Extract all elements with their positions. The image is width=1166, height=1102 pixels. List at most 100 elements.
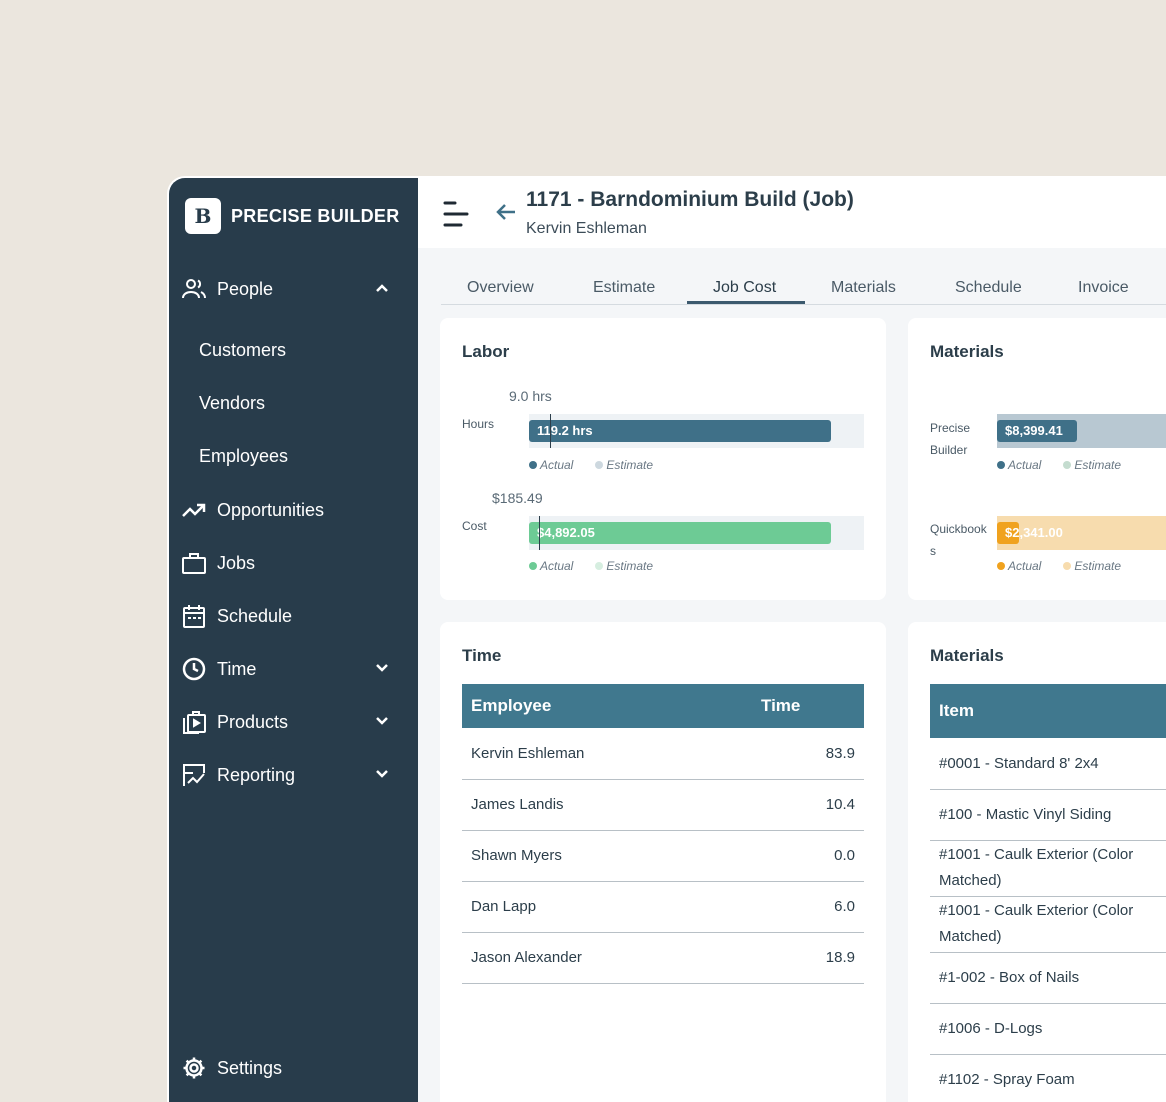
logo-mark: B — [185, 198, 221, 234]
sidebar-item-label: Schedule — [217, 605, 293, 626]
estimate-dot-icon — [595, 461, 604, 469]
cost-label: Cost — [462, 519, 487, 533]
legend-actual: Actual — [997, 458, 1041, 472]
table-row[interactable]: #1-002 - Box of Nails — [930, 952, 1166, 1004]
hours-estimate-marker — [550, 414, 551, 448]
menu-icon[interactable] — [442, 200, 470, 228]
item-cell: #1001 - Caulk Exterior (Color Matched) — [930, 896, 1166, 953]
chevron-down-icon[interactable] — [374, 766, 390, 787]
precise-legend: Actual Estimate — [997, 458, 1121, 472]
legend-estimate-label: Estimate — [1074, 559, 1122, 573]
sidebar-item-customers[interactable]: Customers — [199, 340, 286, 361]
tab-bar: Overview Estimate Job Cost Materials Sch… — [441, 273, 1166, 305]
sidebar-item-reporting[interactable]: Reporting — [181, 757, 406, 793]
chevron-down-icon[interactable] — [374, 713, 390, 734]
table-row[interactable]: #1102 - Spray Foam — [930, 1054, 1166, 1102]
table-row[interactable]: Jason Alexander 18.9 — [462, 932, 864, 984]
employee-cell: James Landis — [462, 779, 752, 831]
page-subtitle: Kervin Eshleman — [526, 220, 647, 237]
tab-overview[interactable]: Overview — [467, 279, 534, 297]
people-icon — [181, 276, 207, 302]
cost-bar-track: $4,892.05 — [529, 516, 864, 550]
table-row[interactable]: Kervin Eshleman 83.9 — [462, 728, 864, 780]
clock-icon — [181, 656, 207, 682]
sidebar-item-label: Reporting — [217, 764, 296, 785]
page-header: 1171 - Barndominium Build (Job) Kervin E… — [418, 178, 1166, 248]
legend-estimate: Estimate — [1063, 559, 1121, 573]
actual-dot-icon — [997, 461, 1005, 469]
tab-job-cost[interactable]: Job Cost — [713, 279, 776, 297]
tab-schedule[interactable]: Schedule — [955, 279, 1022, 297]
hours-label: Hours — [462, 417, 495, 431]
actual-dot-icon — [529, 461, 537, 469]
tab-estimate[interactable]: Estimate — [593, 279, 655, 297]
sidebar-item-schedule[interactable]: Schedule — [181, 598, 406, 634]
estimate-dot-icon — [1063, 461, 1072, 469]
employee-cell: Jason Alexander — [462, 932, 752, 984]
sidebar-item-vendors[interactable]: Vendors — [199, 393, 265, 414]
table-row[interactable]: #0001 - Standard 8' 2x4 — [930, 738, 1166, 790]
sidebar-item-products[interactable]: Products — [181, 704, 406, 740]
precise-label-line-2: Builder — [930, 443, 968, 457]
card-title: Materials — [930, 342, 1004, 361]
item-cell: #1001 - Caulk Exterior (Color Matched) — [930, 840, 1166, 897]
time-card: Time Employee Time Kervin Eshleman 83.9 J… — [440, 622, 886, 1102]
item-cell: #100 - Mastic Vinyl Siding — [930, 789, 1166, 841]
cost-actual-bar[interactable]: $4,892.05 — [529, 522, 831, 544]
quickbooks-actual-bar[interactable]: $2,341.00 — [997, 522, 1063, 544]
card-title: Materials — [930, 646, 1004, 665]
calendar-icon — [181, 603, 207, 629]
brand-name: PRECISE BUILDER — [231, 205, 400, 226]
employee-cell: Dan Lapp — [462, 881, 752, 933]
table-row[interactable]: #1006 - D-Logs — [930, 1003, 1166, 1055]
cost-legend: Actual Estimate — [529, 559, 653, 573]
chevron-down-icon[interactable] — [374, 660, 390, 681]
precise-actual-bar[interactable]: $8,399.41 — [997, 420, 1077, 442]
chevron-up-icon[interactable] — [374, 280, 390, 301]
sidebar-item-people[interactable]: People — [181, 271, 406, 307]
column-header-employee[interactable]: Employee — [462, 684, 752, 728]
hours-bar-track: 119.2 hrs — [529, 414, 864, 448]
actual-dot-icon — [997, 562, 1005, 570]
sidebar-item-label: Jobs — [217, 552, 256, 573]
table-row[interactable]: Shawn Myers 0.0 — [462, 830, 864, 882]
labor-card: Labor 9.0 hrs Hours 119.2 hrs Actual Est… — [440, 318, 886, 600]
report-icon — [181, 762, 207, 788]
table-row[interactable]: Dan Lapp 6.0 — [462, 881, 864, 933]
app-window: B PRECISE BUILDER People Customers Vendo… — [167, 176, 1166, 1102]
quickbooks-label-line-2: s — [930, 544, 936, 558]
column-header-time[interactable]: Time — [752, 684, 864, 728]
column-header-item[interactable]: Item — [930, 684, 1166, 738]
estimate-dot-icon — [595, 562, 604, 570]
sidebar-item-label: Time — [217, 658, 257, 679]
item-cell: #1-002 - Box of Nails — [930, 952, 1166, 1004]
quickbooks-label-line-1: Quickbook — [930, 522, 987, 536]
back-arrow-icon[interactable] — [494, 200, 518, 224]
active-tab-indicator — [687, 301, 805, 304]
sidebar-item-employees[interactable]: Employees — [199, 446, 288, 467]
sidebar-item-time[interactable]: Time — [181, 651, 406, 687]
tab-materials[interactable]: Materials — [831, 279, 896, 297]
materials-chart-card: Materials Precise Builder $8,399.41 Actu… — [908, 318, 1166, 600]
sidebar-item-settings[interactable]: Settings — [181, 1050, 406, 1086]
logo[interactable]: B PRECISE BUILDER — [185, 198, 400, 234]
card-title: Time — [462, 646, 502, 665]
precise-label-line-1: Precise — [930, 421, 971, 435]
sidebar-item-opportunities[interactable]: Opportunities — [181, 492, 406, 528]
item-cell: #1006 - D-Logs — [930, 1003, 1166, 1055]
hours-actual-bar[interactable]: 119.2 hrs — [529, 420, 831, 442]
time-cell: 0.0 — [752, 830, 864, 882]
time-table: Employee Time Kervin Eshleman 83.9 James … — [462, 684, 864, 984]
gear-icon — [181, 1055, 207, 1081]
table-header-row: Employee Time — [462, 684, 864, 728]
table-row[interactable]: #100 - Mastic Vinyl Siding — [930, 789, 1166, 841]
table-row[interactable]: James Landis 10.4 — [462, 779, 864, 831]
legend-estimate: Estimate — [595, 559, 653, 573]
sidebar-item-jobs[interactable]: Jobs — [181, 545, 406, 581]
card-title: Labor — [462, 342, 510, 361]
legend-estimate: Estimate — [1063, 458, 1121, 472]
tab-invoice[interactable]: Invoice — [1078, 279, 1129, 297]
table-row[interactable]: #1001 - Caulk Exterior (Color Matched) — [930, 896, 1166, 953]
table-row[interactable]: #1001 - Caulk Exterior (Color Matched) — [930, 840, 1166, 897]
item-cell: #0001 - Standard 8' 2x4 — [930, 738, 1166, 790]
